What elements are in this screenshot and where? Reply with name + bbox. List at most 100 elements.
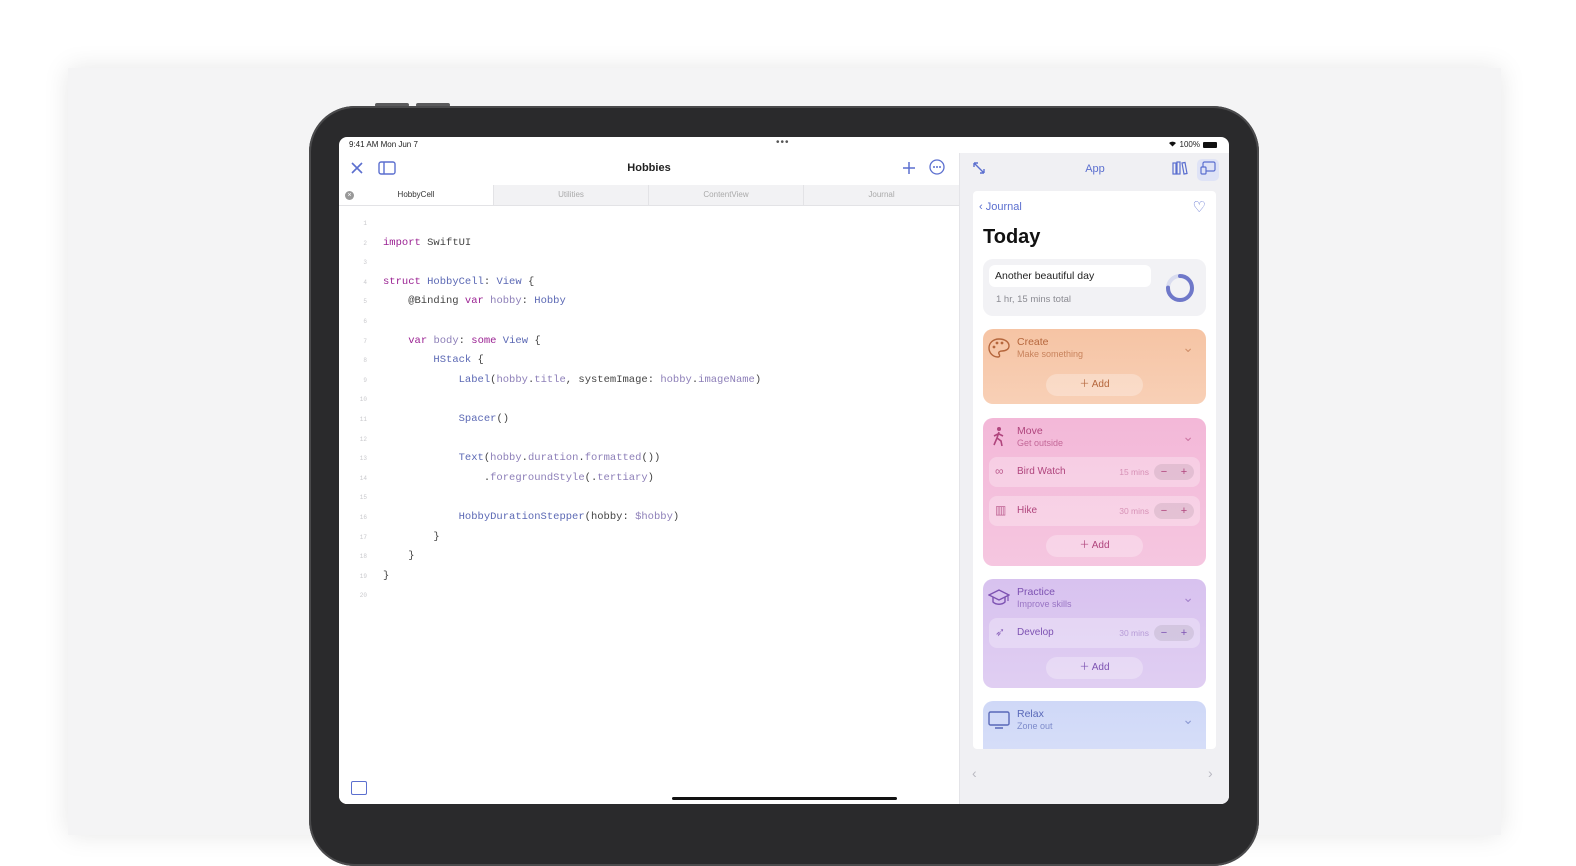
card-title: Create — [1017, 336, 1049, 348]
chevron-down-icon[interactable]: ⌄ — [1182, 589, 1194, 606]
document-title: Hobbies — [627, 162, 671, 174]
hobby-duration: 15 mins — [1119, 467, 1149, 477]
close-tab-icon[interactable]: × — [345, 191, 354, 200]
back-label: Journal — [985, 201, 1022, 213]
tab-journal[interactable]: Journal — [804, 185, 959, 205]
hobby-row-bird-watch: ∞ Bird Watch 15 mins − + — [989, 457, 1200, 487]
palette-icon — [988, 337, 1010, 359]
editor-toolbar: Hobbies — [339, 153, 959, 185]
chevron-right-icon[interactable]: › — [1208, 765, 1213, 781]
walking-figure-icon — [988, 426, 1010, 448]
duration-stepper: − + — [1154, 503, 1194, 519]
duration-stepper: − + — [1154, 464, 1194, 480]
library-icon[interactable] — [1169, 159, 1191, 181]
plus-icon[interactable] — [899, 159, 919, 179]
code-editor: Hobbies × HobbyCell Utilities ContentVie… — [339, 153, 959, 804]
code-line: 6 — [363, 318, 367, 325]
card-header[interactable]: Create Make something ⌄ — [983, 329, 1206, 369]
code-line: 3 — [363, 259, 367, 267]
card-title: Practice — [1017, 586, 1055, 598]
tab-contentview[interactable]: ContentView — [649, 185, 804, 205]
heart-icon[interactable]: ♡ — [1193, 198, 1206, 216]
card-header[interactable]: Relax Zone out ⌄ — [983, 701, 1206, 741]
hobby-name: Develop — [1017, 627, 1054, 638]
home-indicator — [672, 797, 897, 800]
file-tabs: × HobbyCell Utilities ContentView Journa… — [339, 185, 959, 206]
code-line: 13 Text(hobby.duration.formatted()) — [359, 452, 661, 465]
device-preview-icon[interactable] — [1197, 159, 1219, 181]
code-line: 1 — [363, 220, 367, 227]
code-line: 20 — [359, 592, 367, 600]
increment-button[interactable]: + — [1174, 503, 1194, 519]
hobby-duration: 30 mins — [1119, 628, 1149, 638]
card-header[interactable]: Move Get outside ⌄ — [983, 418, 1206, 458]
simulated-app: ‹ Journal ♡ Today Another beautiful day … — [973, 191, 1216, 749]
binoculars-icon: ∞ — [995, 464, 1004, 478]
chevron-down-icon[interactable]: ⌄ — [1182, 339, 1194, 356]
chevron-left-icon[interactable]: ‹ — [972, 765, 977, 781]
note-field[interactable]: Another beautiful day — [989, 265, 1151, 287]
back-button[interactable]: ‹ Journal — [979, 201, 1022, 213]
tab-utilities[interactable]: Utilities — [494, 185, 649, 205]
add-button[interactable]: ＋ Add — [1046, 374, 1143, 396]
status-time: 9:41 AM Mon Jun 7 — [349, 140, 418, 149]
wifi-icon — [1168, 140, 1177, 149]
chevron-down-icon[interactable]: ⌄ — [1182, 711, 1194, 728]
category-card-move: Move Get outside ⌄ ∞ Bird Watch 15 mins … — [983, 418, 1206, 566]
duration-stepper: − + — [1154, 625, 1194, 641]
code-line: 17 } — [359, 530, 440, 543]
ipad-screen: 9:41 AM Mon Jun 7 ••• 100% Hobbies × Hob… — [339, 137, 1229, 804]
hobby-duration: 30 mins — [1119, 506, 1149, 516]
card-header[interactable]: Practice Improve skills ⌄ — [983, 579, 1206, 619]
decrement-button[interactable]: − — [1154, 503, 1174, 519]
code-line: 18 } — [359, 550, 415, 563]
console-icon[interactable] — [351, 781, 367, 795]
decrement-button[interactable]: − — [1154, 464, 1174, 480]
add-button[interactable]: ＋ Add — [1046, 657, 1143, 679]
card-subtitle: Make something — [1017, 349, 1084, 359]
add-button[interactable]: ＋ Add — [1046, 535, 1143, 557]
code-line: 19} — [359, 569, 390, 582]
status-right: 100% — [1168, 140, 1217, 149]
code-line: 9 Label(hobby.title, systemImage: hobby.… — [363, 373, 762, 386]
category-card-relax: Relax Zone out ⌄ — [983, 701, 1206, 749]
hobby-row-develop: ➶ Develop 30 mins − + — [989, 618, 1200, 648]
card-title: Move — [1017, 425, 1043, 437]
ellipsis-icon[interactable] — [927, 159, 947, 179]
tab-hobbycell[interactable]: × HobbyCell — [339, 185, 494, 205]
code-line: 8 HStack { — [363, 354, 484, 367]
total-time: 1 hr, 15 mins total — [996, 294, 1071, 305]
hobby-row-hike: ▥ Hike 30 mins − + — [989, 496, 1200, 526]
chevron-down-icon[interactable]: ⌄ — [1182, 428, 1194, 445]
code-line: 4 struct HobbyCell: View { — [363, 275, 535, 288]
category-card-practice: Practice Improve skills ⌄ ➶ Develop 30 m… — [983, 579, 1206, 688]
battery-percent: 100% — [1179, 140, 1200, 149]
display-icon — [988, 709, 1010, 731]
card-subtitle: Get outside — [1017, 438, 1064, 448]
code-line: 5 @Binding var hobby: Hobby — [363, 295, 566, 308]
tab-label: HobbyCell — [397, 190, 435, 199]
hobby-name: Bird Watch — [1017, 466, 1066, 477]
code-line: 10 — [359, 396, 367, 404]
increment-button[interactable]: + — [1174, 464, 1194, 480]
code-line: 2 import SwiftUI — [363, 236, 472, 249]
decrement-button[interactable]: − — [1154, 625, 1174, 641]
category-card-create: Create Make something ⌄ ＋ Add — [983, 329, 1206, 404]
graduation-cap-icon — [987, 587, 1011, 609]
app-preview-pane: App ‹ Journal ♡ Today Another beautiful … — [959, 153, 1229, 804]
card-subtitle: Zone out — [1017, 721, 1053, 731]
battery-icon — [1203, 141, 1217, 148]
card-subtitle: Improve skills — [1017, 599, 1072, 609]
map-icon: ▥ — [995, 503, 1007, 517]
hobby-name: Hike — [1017, 505, 1038, 516]
day-summary: Another beautiful day 1 hr, 15 mins tota… — [983, 259, 1206, 316]
code-line: 11 Spacer() — [359, 413, 510, 425]
swift-icon: ➶ — [995, 625, 1006, 639]
code-line: 12 — [359, 435, 367, 443]
increment-button[interactable]: + — [1174, 625, 1194, 641]
code-line: 16 HobbyDurationStepper(hobby: $hobby) — [359, 511, 680, 523]
page-title: Today — [983, 226, 1041, 248]
status-bar: 9:41 AM Mon Jun 7 ••• 100% — [339, 137, 1229, 153]
multitasking-dots[interactable]: ••• — [776, 137, 790, 148]
card-title: Relax — [1017, 708, 1044, 720]
